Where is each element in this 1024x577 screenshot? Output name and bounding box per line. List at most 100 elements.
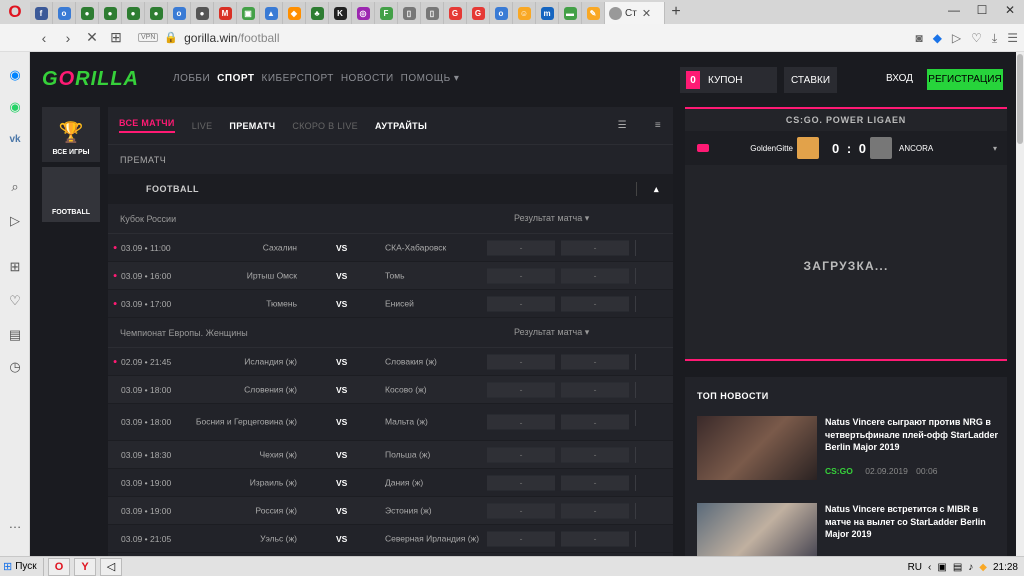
match-row[interactable]: 03.09 • 21:05 Уэльс (ж) VS Северная Ирланди… (108, 525, 673, 553)
odd-button-2[interactable]: - (561, 268, 629, 283)
tab-soon-live[interactable]: СКОРО В LIVE (292, 121, 358, 131)
active-tab[interactable]: Ст ✕ (605, 2, 665, 24)
settings-icon[interactable]: ☰ (1007, 31, 1018, 45)
match-row[interactable]: 03.09 • 19:00 Россия (ж) VS Эстония (ж) - - (108, 497, 673, 525)
browser-tab[interactable]: ● (122, 2, 145, 24)
odd-button-1[interactable]: - (487, 447, 555, 462)
shield-icon[interactable]: ◆ (933, 31, 942, 45)
whatsapp-icon[interactable]: ◉ (6, 98, 24, 116)
news-image[interactable] (697, 503, 817, 556)
odd-button-1[interactable]: - (487, 296, 555, 311)
start-button[interactable]: ⊞ Пуск (0, 557, 44, 576)
browser-tab[interactable]: F (375, 2, 398, 24)
odd-button-1[interactable]: - (487, 503, 555, 518)
download-icon[interactable]: ⤓ (992, 31, 997, 46)
category-all-games[interactable]: 🏆 ВСЕ ИГРЫ (42, 107, 100, 162)
odd-button-2[interactable]: - (561, 447, 629, 462)
odd-button-2[interactable]: - (561, 382, 629, 397)
browser-tab[interactable]: ▲ (260, 2, 283, 24)
chevron-down-icon[interactable]: ▾ (993, 144, 997, 153)
forward-icon[interactable]: › (56, 30, 80, 46)
camera-icon[interactable]: ◙ (915, 31, 922, 45)
browser-tab[interactable]: G (467, 2, 490, 24)
vpn-badge[interactable]: VPN (138, 33, 159, 42)
send-icon[interactable]: ▷ (952, 31, 961, 45)
odd-button-2[interactable]: - (561, 354, 629, 369)
browser-tab[interactable]: m (536, 2, 559, 24)
nav-news[interactable]: НОВОСТИ (341, 73, 394, 84)
browser-tab[interactable]: ☺ (513, 2, 536, 24)
odd-button-1[interactable]: - (487, 414, 555, 430)
list-view-icon[interactable]: ☰ (618, 120, 627, 131)
browser-tab[interactable]: ● (99, 2, 122, 24)
login-button[interactable]: ВХОД (886, 73, 913, 84)
sport-header[interactable]: FOOTBALL ▴ (108, 174, 673, 204)
match-row[interactable]: ● 03.09 • 11:00 Сахалин VS СКА-Хабаровск - - (108, 234, 673, 262)
odd-button-2[interactable]: - (561, 296, 629, 311)
tab-prematch[interactable]: ПРЕМАТЧ (229, 121, 275, 131)
tab-all-matches[interactable]: ВСЕ МАТЧИ (119, 118, 175, 133)
browser-tab[interactable]: ● (76, 2, 99, 24)
match-row[interactable]: 03.09 • 18:30 Чехия (ж) VS Польша (ж) - - (108, 441, 673, 469)
new-tab-plus-icon[interactable]: + (665, 3, 687, 21)
match-row[interactable]: 03.09 • 18:00 Босния и Герцеговина (ж) VS М… (108, 404, 673, 441)
maximize-icon[interactable]: ☐ (968, 0, 996, 20)
taskbar-vs-icon[interactable]: ◁ (100, 557, 122, 576)
grid-icon[interactable]: ⊞ (6, 258, 24, 276)
clock[interactable]: 21:28 (993, 562, 1018, 573)
close-window-icon[interactable]: ✕ (996, 0, 1024, 20)
tab-live[interactable]: LIVE (192, 121, 213, 131)
odd-button-2[interactable]: - (561, 531, 629, 546)
browser-tab[interactable]: M (214, 2, 237, 24)
lock-icon[interactable]: 🔒 (164, 31, 178, 44)
odd-button-1[interactable]: - (487, 531, 555, 546)
tray-arrow-icon[interactable]: ‹ (928, 562, 931, 573)
market-select[interactable]: Результат матча ▾ (514, 213, 589, 224)
browser-tab[interactable]: o (168, 2, 191, 24)
browser-tab[interactable]: o (490, 2, 513, 24)
send-icon[interactable]: ▷ (6, 212, 24, 230)
network-icon[interactable]: ▤ (953, 562, 962, 573)
match-row[interactable]: ● 03.09 • 17:00 Тюмень VS Енисей - - (108, 290, 673, 318)
tab-outrights[interactable]: АУТРАЙТЫ (375, 121, 427, 131)
category-football[interactable]: FOOTBALL (42, 167, 100, 222)
collapse-icon[interactable]: ▴ (654, 184, 659, 195)
minimize-icon[interactable]: — (940, 0, 968, 20)
tray-app-icon[interactable]: ◆ (979, 562, 987, 573)
news-headline[interactable]: Natus Vincere встретится с MIBR в матче … (825, 503, 1000, 541)
stop-icon[interactable]: ✕ (80, 29, 104, 46)
back-icon[interactable]: ‹ (32, 30, 56, 46)
browser-tab[interactable]: G (444, 2, 467, 24)
close-tab-icon[interactable]: ✕ (642, 7, 651, 20)
odd-button-2[interactable]: - (561, 503, 629, 518)
nav-help[interactable]: ПОМОЩЬ ▾ (401, 73, 460, 84)
browser-tab[interactable]: ◎ (352, 2, 375, 24)
speed-dial-icon[interactable]: ⊞ (104, 29, 128, 46)
nav-esports[interactable]: КИБЕРСПОРТ (262, 73, 334, 84)
bets-button[interactable]: СТАВКИ (784, 67, 837, 93)
heart-icon[interactable]: ♡ (6, 292, 24, 310)
news-item[interactable]: Natus Vincere сыграют против NRG в четве… (697, 416, 998, 482)
match-row[interactable]: ● 03.09 • 16:00 Иртыш Омск VS Томь - - (108, 262, 673, 290)
messenger-icon[interactable]: ◉ (6, 66, 24, 84)
browser-tab[interactable]: ✎ (582, 2, 605, 24)
match-row[interactable]: 03.09 • 18:00 Словения (ж) VS Косово (ж) - - (108, 376, 673, 404)
opera-logo-icon[interactable]: O (0, 0, 30, 24)
odd-button-1[interactable]: - (487, 354, 555, 369)
coupon-button[interactable]: 0 КУПОН (680, 67, 777, 93)
match-row[interactable]: 03.09 • 19:00 Израиль (ж) VS Дания (ж) - - (108, 469, 673, 497)
page-scrollbar[interactable] (1016, 52, 1024, 556)
odd-button-1[interactable]: - (487, 382, 555, 397)
search-icon[interactable]: ⌕ (6, 178, 24, 196)
browser-tab[interactable]: ▯ (421, 2, 444, 24)
odd-button-2[interactable]: - (561, 240, 629, 255)
vk-icon[interactable]: vk (6, 130, 24, 148)
compact-view-icon[interactable]: ≡ (655, 120, 661, 131)
browser-tab[interactable]: ▣ (237, 2, 260, 24)
browser-tab[interactable]: ▬ (559, 2, 582, 24)
taskbar-opera-icon[interactable]: O (48, 557, 70, 576)
volume-icon[interactable]: ♪ (968, 562, 973, 573)
news-item[interactable]: Natus Vincere встретится с MIBR в матче … (697, 503, 997, 556)
browser-tab[interactable]: K (329, 2, 352, 24)
nav-sport[interactable]: СПОРТ (217, 73, 254, 84)
